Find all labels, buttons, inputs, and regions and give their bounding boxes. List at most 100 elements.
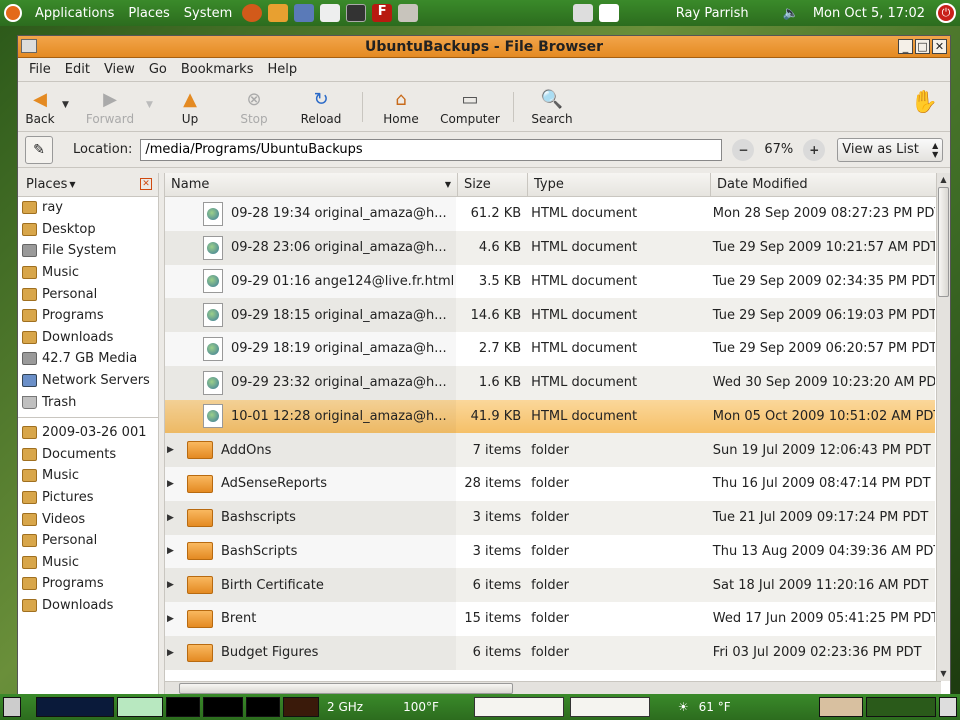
- sidebar-item-network-servers[interactable]: Network Servers: [18, 370, 158, 392]
- applications-menu[interactable]: Applications: [28, 6, 121, 21]
- expander-arrow-icon[interactable]: ▶: [167, 513, 181, 523]
- name-cell[interactable]: ▶ Budget Figures: [165, 636, 456, 670]
- network-icon[interactable]: [294, 4, 315, 22]
- sidebar-item-music[interactable]: Music: [18, 262, 158, 284]
- table-row[interactable]: 09-29 01:16 ange124@live.fr.html 3.5 KB HT…: [165, 265, 935, 299]
- workspace-switcher[interactable]: [819, 697, 863, 717]
- show-desktop-icon[interactable]: [3, 697, 21, 717]
- cpu-monitor-graph[interactable]: [283, 697, 319, 717]
- name-cell[interactable]: 10-01 12:28 original_amaza@h...: [165, 400, 456, 434]
- back-button[interactable]: ◀ Back: [18, 88, 62, 127]
- sidebar-item-ray[interactable]: ray: [18, 197, 158, 219]
- name-cell[interactable]: ▶ Birth Certificate: [165, 568, 456, 602]
- column-type[interactable]: Type: [528, 173, 711, 196]
- sidebar-item-personal[interactable]: Personal: [18, 283, 158, 305]
- back-history-dropdown[interactable]: ▼: [62, 100, 74, 110]
- zoom-in-icon[interactable]: +: [803, 138, 826, 161]
- temperature-sensor[interactable]: 100°F: [398, 700, 444, 714]
- location-input[interactable]: [140, 138, 723, 161]
- sidebar-item-music[interactable]: Music: [18, 552, 158, 574]
- vertical-scrollbar[interactable]: ▲ ▼: [936, 173, 950, 681]
- table-row[interactable]: ▶ AddOns 7 items folder Sun 19 Jul 2009 12:0…: [165, 433, 935, 467]
- mail-icon[interactable]: [268, 4, 289, 22]
- expander-arrow-icon[interactable]: ▶: [167, 445, 181, 455]
- up-button[interactable]: ▲ Up: [158, 88, 222, 127]
- reload-button[interactable]: ↻ Reload: [286, 88, 356, 127]
- table-row[interactable]: ▶ BashScripts 3 items folder Thu 13 Aug 2009…: [165, 535, 935, 569]
- taskbar-button[interactable]: [569, 697, 650, 717]
- name-cell[interactable]: ▶ BashScripts: [165, 535, 456, 569]
- column-name[interactable]: Name ▼: [165, 173, 458, 196]
- column-date-modified[interactable]: Date Modified: [711, 173, 941, 196]
- table-row[interactable]: 09-29 23:32 original_amaza@h... 1.6 KB HTM…: [165, 365, 935, 400]
- table-row[interactable]: 10-01 12:28 original_amaza@h... 41.9 KB HT…: [165, 399, 935, 434]
- sidebar-item-personal[interactable]: Personal: [18, 530, 158, 552]
- sidebar-item-desktop[interactable]: Desktop: [18, 219, 158, 241]
- table-row[interactable]: ▶ Bashscripts 3 items folder Tue 21 Jul 2009…: [165, 500, 935, 535]
- name-cell[interactable]: 09-29 18:19 original_amaza@h...: [165, 332, 456, 366]
- clock[interactable]: Mon Oct 5, 17:02: [806, 6, 932, 21]
- name-cell[interactable]: 09-28 23:06 original_amaza@h...: [165, 231, 456, 265]
- expander-arrow-icon[interactable]: ▶: [167, 614, 181, 624]
- filezilla-icon[interactable]: F: [372, 4, 393, 22]
- scroll-down-icon[interactable]: ▼: [937, 667, 950, 681]
- maximize-button[interactable]: □: [915, 39, 930, 54]
- menu-file[interactable]: File: [22, 62, 58, 77]
- sidebar-item-videos[interactable]: Videos: [18, 508, 158, 530]
- memory-monitor-graph[interactable]: [117, 697, 163, 717]
- table-row[interactable]: 09-28 23:06 original_amaza@h... 4.6 KB HTM…: [165, 230, 935, 265]
- sidebar-item-42-7-gb-media[interactable]: 42.7 GB Media: [18, 348, 158, 370]
- name-cell[interactable]: 09-29 01:16 ange124@live.fr.html: [165, 265, 456, 299]
- column-size[interactable]: Size: [458, 173, 528, 196]
- swap-monitor-graph[interactable]: [166, 697, 200, 717]
- terminal-icon[interactable]: [346, 4, 367, 22]
- horizontal-scroll-thumb[interactable]: [179, 683, 513, 694]
- sidebar-item-file-system[interactable]: File System: [18, 240, 158, 262]
- close-button[interactable]: ✕: [932, 39, 947, 54]
- disk-monitor-graph[interactable]: [246, 697, 280, 717]
- name-cell[interactable]: 09-28 19:34 original_amaza@h...: [165, 197, 456, 231]
- weather-temperature[interactable]: 61 °F: [694, 700, 736, 714]
- workspace-switcher[interactable]: [866, 697, 936, 717]
- computer-button[interactable]: ▭ Computer: [433, 88, 507, 127]
- sidebar-item-programs[interactable]: Programs: [18, 305, 158, 327]
- table-row[interactable]: ▶ AdSenseReports 28 items folder Thu 16 Jul …: [165, 467, 935, 501]
- window-menu-icon[interactable]: [21, 39, 37, 53]
- view-mode-select[interactable]: View as List ▲ ▼: [837, 137, 944, 162]
- menu-help[interactable]: Help: [260, 62, 304, 77]
- updates-icon[interactable]: [598, 4, 619, 22]
- name-cell[interactable]: ▶ Brent: [165, 602, 456, 636]
- menu-bookmarks[interactable]: Bookmarks: [174, 62, 261, 77]
- search-button[interactable]: 🔍 Search: [520, 88, 584, 127]
- expander-arrow-icon[interactable]: ▶: [167, 479, 181, 489]
- sidebar-item-music[interactable]: Music: [18, 465, 158, 487]
- power-icon[interactable]: ⏻: [936, 3, 956, 23]
- table-row[interactable]: 09-29 18:15 original_amaza@h... 14.6 KB HT…: [165, 298, 935, 332]
- expander-arrow-icon[interactable]: ▶: [167, 648, 181, 658]
- expander-arrow-icon[interactable]: ▶: [167, 580, 181, 590]
- minimize-button[interactable]: _: [898, 39, 913, 54]
- table-row[interactable]: ▶ Birth Certificate 6 items folder Sat 18 Ju…: [165, 568, 935, 602]
- places-menu[interactable]: Places: [121, 6, 176, 21]
- sidebar-item-programs[interactable]: Programs: [18, 573, 158, 595]
- weather-icon[interactable]: ☀: [673, 700, 694, 714]
- sidebar-item-downloads[interactable]: Downloads: [18, 595, 158, 617]
- user-name[interactable]: Ray Parrish: [669, 6, 756, 21]
- name-cell[interactable]: 09-29 23:32 original_amaza@h...: [165, 366, 456, 400]
- load-monitor-graph[interactable]: [203, 697, 243, 717]
- ubuntu-logo-icon[interactable]: [4, 4, 22, 22]
- firefox-icon[interactable]: [242, 4, 263, 22]
- menu-go[interactable]: Go: [142, 62, 174, 77]
- trash-icon[interactable]: [939, 697, 957, 717]
- volume-icon[interactable]: 🔈: [776, 6, 806, 21]
- sidebar-item-2009-03-26-001[interactable]: 2009-03-26 001: [18, 422, 158, 444]
- table-row[interactable]: 09-28 19:34 original_amaza@h... 61.2 KB HT…: [165, 197, 935, 231]
- buildings-icon[interactable]: [398, 4, 419, 22]
- sidebar-item-pictures[interactable]: Pictures: [18, 487, 158, 509]
- network-monitor-graph[interactable]: [36, 697, 114, 717]
- sidebar-close-icon[interactable]: ✕: [140, 178, 152, 190]
- expander-arrow-icon[interactable]: ▶: [167, 546, 181, 556]
- cpu-frequency[interactable]: 2 GHz: [322, 700, 368, 714]
- home-button[interactable]: ⌂ Home: [369, 88, 433, 127]
- name-cell[interactable]: ▶ Bashscripts: [165, 501, 456, 535]
